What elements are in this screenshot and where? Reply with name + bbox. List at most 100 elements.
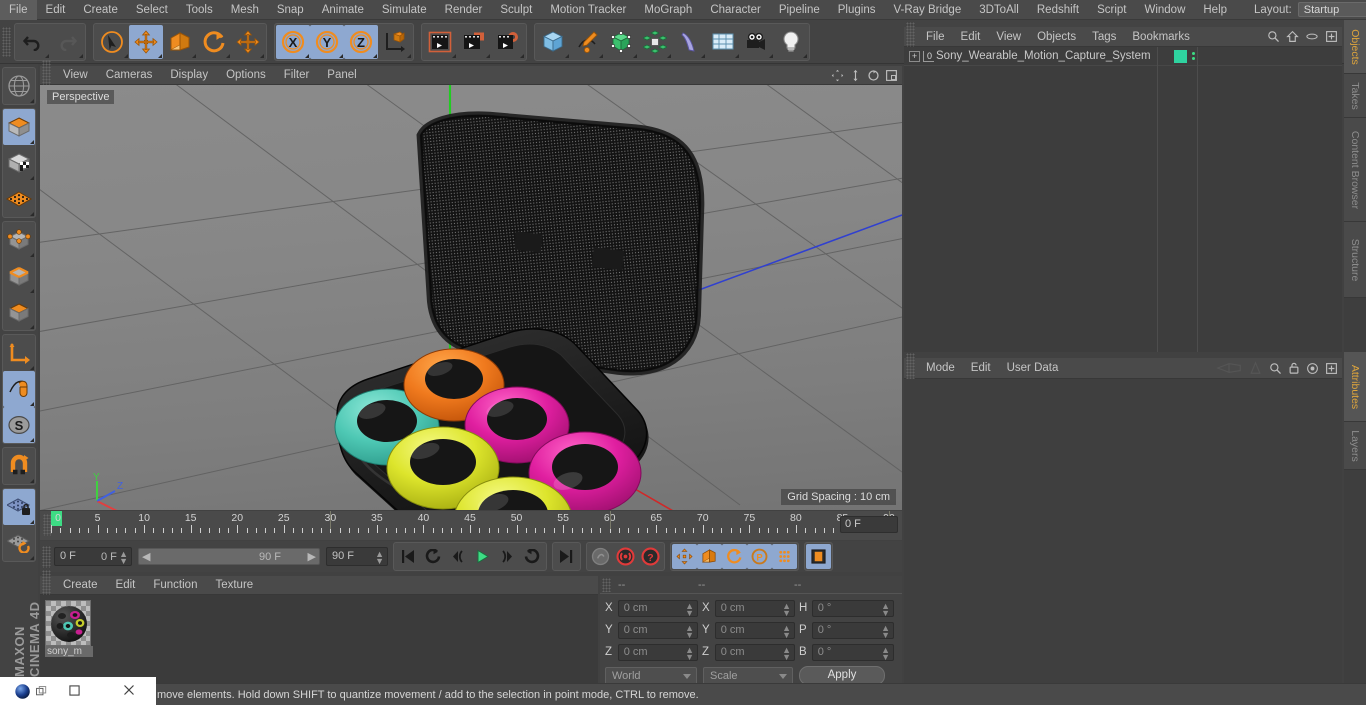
visibility-dots-icon[interactable]: [1192, 52, 1195, 60]
attribute-menu-edit[interactable]: Edit: [963, 358, 999, 379]
object-menu-file[interactable]: File: [918, 27, 953, 47]
menu-item-simulate[interactable]: Simulate: [373, 0, 436, 20]
spinner-icon[interactable]: ▲ ▼: [685, 601, 694, 617]
object-menu-edit[interactable]: Edit: [953, 27, 989, 47]
undo-view-button[interactable]: [3, 68, 35, 104]
menu-item-mograph[interactable]: MoGraph: [635, 0, 701, 20]
menu-item-script[interactable]: Script: [1088, 0, 1135, 20]
material-menu-edit[interactable]: Edit: [107, 576, 145, 595]
vertical-tab-structure[interactable]: Structure: [1344, 222, 1366, 298]
spinner-icon[interactable]: ▲ ▼: [685, 645, 694, 661]
polygons-mode-button[interactable]: [3, 294, 35, 330]
vertical-tab-attributes[interactable]: Attributes: [1344, 352, 1366, 422]
render-region-button[interactable]: [457, 25, 491, 59]
object-name[interactable]: Sony_Wearable_Motion_Capture_System: [936, 50, 1151, 62]
points-mode-button[interactable]: [3, 222, 35, 258]
object-tree[interactable]: +0 Sony_Wearable_Motion_Capture_System: [904, 47, 1342, 352]
go-to-next-frame-button[interactable]: [495, 544, 520, 569]
coord-position-field-0[interactable]: 0 cm ▲ ▼: [617, 599, 699, 617]
spinner-icon[interactable]: ▲ ▼: [782, 601, 791, 617]
add-icon[interactable]: [1325, 362, 1338, 375]
menu-item-render[interactable]: Render: [436, 0, 492, 20]
restore-button[interactable]: [47, 683, 102, 699]
snap-magnet-button[interactable]: [3, 448, 35, 484]
object-menu-bookmarks[interactable]: Bookmarks: [1124, 27, 1198, 47]
camera-button[interactable]: [740, 25, 774, 59]
scale-button[interactable]: [163, 25, 197, 59]
coordinate-system-dropdown[interactable]: World: [605, 666, 697, 685]
autokeying-button[interactable]: [613, 544, 638, 569]
expand-toggle-icon[interactable]: +: [909, 50, 920, 62]
viewport-menu-options[interactable]: Options: [217, 66, 275, 85]
model-mode-button[interactable]: [3, 109, 35, 145]
render-view-button[interactable]: [423, 25, 457, 59]
undo-button[interactable]: [16, 25, 50, 59]
bend-deformer-button[interactable]: [672, 25, 706, 59]
keyframe-selection-button[interactable]: ?: [638, 544, 663, 569]
maximize-view-icon[interactable]: [885, 69, 898, 82]
array-button[interactable]: [638, 25, 672, 59]
object-menu-view[interactable]: View: [988, 27, 1029, 47]
viewport-solo-button[interactable]: [3, 371, 35, 407]
menu-item-snap[interactable]: Snap: [268, 0, 313, 20]
search-icon[interactable]: [1267, 30, 1280, 43]
animation-mode-button[interactable]: [806, 544, 831, 569]
forward-nav-icon[interactable]: [1248, 361, 1263, 375]
go-to-start-button[interactable]: [395, 544, 420, 569]
current-frame-field[interactable]: 0 F ▲ ▼: [54, 547, 132, 566]
coord-rotation-field-0[interactable]: 0 ° ▲ ▼: [811, 599, 895, 617]
go-to-previous-frame-button[interactable]: [445, 544, 470, 569]
coordinates-grip-icon[interactable]: [602, 577, 611, 592]
vertical-tab-objects[interactable]: Objects: [1344, 20, 1366, 74]
vertical-tab-takes[interactable]: Takes: [1344, 74, 1366, 118]
material-item[interactable]: sony_m: [45, 600, 93, 657]
world-object-axis-button[interactable]: [378, 25, 412, 59]
coord-rotation-field-2[interactable]: 0 ° ▲ ▼: [811, 643, 895, 661]
parameter-key-button[interactable]: [772, 544, 797, 569]
record-active-objects-button[interactable]: [588, 544, 613, 569]
menu-item-create[interactable]: Create: [74, 0, 127, 20]
vertical-tab-layers[interactable]: Layers: [1344, 422, 1366, 470]
pan-icon[interactable]: [831, 69, 844, 82]
menu-item-redshift[interactable]: Redshift: [1028, 0, 1088, 20]
viewport-menu-view[interactable]: View: [54, 66, 97, 85]
vertical-tab-content-browser[interactable]: Content Browser: [1344, 118, 1366, 222]
axis-z-button[interactable]: Z: [344, 24, 378, 59]
viewport-menu-filter[interactable]: Filter: [275, 66, 319, 85]
coord-size-field-0[interactable]: 0 cm ▲ ▼: [714, 599, 796, 617]
attribute-content[interactable]: [904, 379, 1342, 705]
ellipse-icon[interactable]: [1305, 30, 1319, 43]
viewport-menu-cameras[interactable]: Cameras: [97, 66, 162, 85]
object-menu-objects[interactable]: Objects: [1029, 27, 1084, 47]
rotation-key-button[interactable]: [722, 544, 747, 569]
add-layer-icon[interactable]: [1325, 30, 1338, 43]
menu-item-motion-tracker[interactable]: Motion Tracker: [541, 0, 635, 20]
menu-item-edit[interactable]: Edit: [37, 0, 75, 20]
cube-primitive-button[interactable]: [536, 25, 570, 59]
light-button[interactable]: [774, 25, 808, 59]
menu-item-plugins[interactable]: Plugins: [829, 0, 885, 20]
toolbar-grip-icon[interactable]: [2, 26, 11, 57]
spinner-icon[interactable]: ▲ ▼: [782, 623, 791, 639]
menu-item-tools[interactable]: Tools: [177, 0, 222, 20]
timeline-ruler-panel[interactable]: 051015202530354045505560657075808590 0 F: [40, 511, 902, 540]
menu-item-animate[interactable]: Animate: [313, 0, 373, 20]
close-button[interactable]: [102, 683, 157, 699]
scale-key-button[interactable]: [697, 544, 722, 569]
menu-item-sculpt[interactable]: Sculpt: [491, 0, 541, 20]
pla-key-button[interactable]: P: [747, 544, 772, 569]
coord-rotation-field-1[interactable]: 0 ° ▲ ▼: [811, 621, 895, 639]
workplane-mode-button[interactable]: [3, 181, 35, 217]
transport-grip-icon[interactable]: [42, 545, 51, 568]
max-frame-field[interactable]: 90 F ▲ ▼: [326, 547, 388, 566]
axis-x-button[interactable]: X: [276, 24, 310, 59]
range-right-arrow-icon[interactable]: ▶: [308, 550, 316, 563]
play-button[interactable]: [470, 544, 495, 569]
material-tag-icon[interactable]: [1174, 49, 1187, 63]
coord-position-field-2[interactable]: 0 cm ▲ ▼: [617, 643, 699, 661]
material-menu-create[interactable]: Create: [54, 576, 107, 595]
cinema4d-icon[interactable]: [14, 682, 47, 701]
coord-size-field-2[interactable]: 0 cm ▲ ▼: [714, 643, 796, 661]
home-icon[interactable]: [1286, 30, 1299, 43]
go-to-end-button[interactable]: [554, 544, 579, 569]
